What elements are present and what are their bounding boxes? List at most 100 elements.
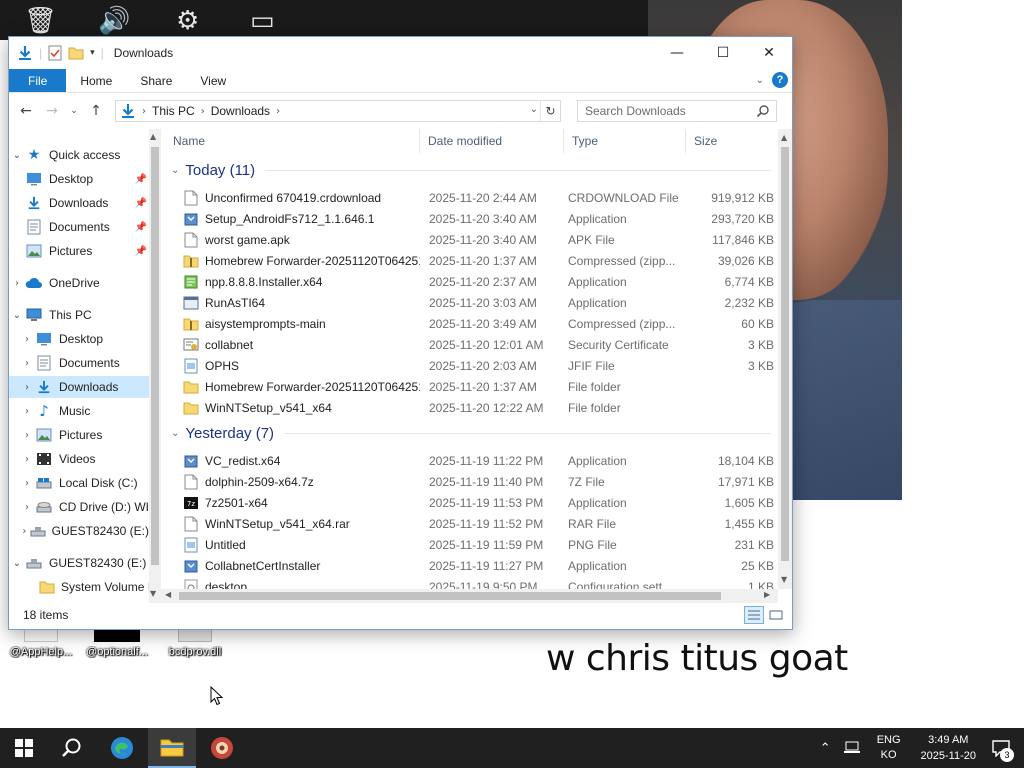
details-view-button[interactable] [744,606,764,624]
breadcrumb-downloads[interactable]: Downloads [211,104,270,118]
minimize-button[interactable]: — [654,37,700,69]
chevron-down-icon[interactable]: ⌄ [171,165,179,176]
address-dropdown-icon[interactable]: ⌄ [530,104,538,115]
taskbar-edge[interactable] [98,728,146,768]
nav-guest-drive[interactable]: ⌄ GUEST82430 (E:) [9,552,149,574]
large-icons-view-button[interactable] [766,606,786,624]
chevron-right-icon[interactable]: › [142,106,146,117]
file-row[interactable]: Untitled 2025-11-19 11:59 PM PNG File 231 K… [161,534,780,555]
scroll-down-icon[interactable]: ▼ [150,589,156,598]
nav-pc-desktop[interactable]: › Desktop [9,328,149,350]
tab-share[interactable]: Share [126,69,186,92]
column-name[interactable]: Name [161,129,420,153]
chevron-down-icon[interactable]: ⌄ [9,558,25,569]
nav-onedrive[interactable]: › OneDrive [9,272,149,294]
nav-this-pc[interactable]: ⌄ This PC [9,304,149,326]
chevron-right-icon[interactable]: › [19,478,35,489]
forward-button[interactable]: → [41,100,63,122]
start-button[interactable] [0,728,48,768]
file-row[interactable]: RunAsTI64 2025-11-20 3:03 AM Application 2,… [161,292,780,313]
help-icon[interactable]: ? [772,72,788,88]
scroll-down-icon[interactable]: ▼ [781,575,787,584]
search-button[interactable] [48,728,96,768]
vertical-scrollbar-thumb[interactable] [781,147,789,561]
chevron-right-icon[interactable]: › [19,358,35,369]
file-row[interactable]: worst game.apk 2025-11-20 3:40 AM APK File… [161,229,780,250]
input-language[interactable]: ENG KO [877,733,901,763]
nav-scrollbar-thumb[interactable] [151,147,159,565]
pin-icon[interactable]: 📌 [135,246,147,257]
chevron-down-icon[interactable]: ⌄ [171,428,179,439]
address-bar[interactable]: › This PC › Downloads › ⌄ ↻ [115,100,561,122]
tab-view[interactable]: View [186,69,240,92]
taskbar-file-explorer[interactable] [148,728,196,768]
file-row[interactable]: Unconfirmed 670419.crdownload 2025-11-20 … [161,187,780,208]
breadcrumb-this-pc[interactable]: This PC [152,104,195,118]
file-row[interactable]: VC_redist.x64 2025-11-19 11:22 PM Applicat… [161,450,780,471]
title-bar[interactable]: | ▾ | Downloads — ☐ ✕ [9,37,792,69]
maximize-button[interactable]: ☐ [700,37,746,69]
network-icon[interactable] [843,740,861,756]
group-header-today[interactable]: ⌄ Today (11) [171,162,771,179]
file-row[interactable]: aisystemprompts-main 2025-11-20 3:49 AM Co… [161,313,780,334]
chevron-right-icon[interactable]: › [201,106,205,117]
chevron-right-icon[interactable]: › [276,106,280,117]
chevron-right-icon[interactable]: › [19,334,35,345]
nav-pc-downloads[interactable]: › Downloads [9,376,149,398]
horizontal-scrollbar-thumb[interactable] [179,592,721,600]
file-row[interactable]: npp.8.8.8.Installer.x64 2025-11-20 2:37 A… [161,271,780,292]
expand-ribbon-chevron-icon[interactable]: ⌄ [756,75,764,86]
customize-toolbar-chevron-icon[interactable]: ▾ [90,48,95,58]
chevron-down-icon[interactable]: ⌄ [9,310,25,321]
up-button[interactable]: ↑ [85,100,107,122]
file-row[interactable]: dolphin-2509-x64.7z 2025-11-19 11:40 PM 7Z… [161,471,780,492]
nav-quick-documents[interactable]: Documents 📌 [9,216,149,238]
column-date-modified[interactable]: Date modified [420,129,564,153]
file-row[interactable]: WinNTSetup_v541_x64 2025-11-20 12:22 AM Fi… [161,397,780,418]
nav-pc-local-disk[interactable]: › Local Disk (C:) [9,472,149,494]
chevron-right-icon[interactable]: › [19,502,35,513]
search-input[interactable]: Search Downloads [577,100,777,122]
chevron-down-icon[interactable]: ⌄ [9,150,25,161]
show-hidden-icons-chevron-icon[interactable]: ⌃ [820,741,831,756]
back-button[interactable]: ← [15,100,37,122]
nav-quick-downloads[interactable]: Downloads 📌 [9,192,149,214]
new-folder-icon[interactable] [68,46,84,60]
chevron-right-icon[interactable]: › [19,454,35,465]
nav-scrollbar[interactable]: ▲ ▼ [149,129,161,603]
nav-pc-guest-drive[interactable]: › GUEST82430 (E:) [9,520,149,542]
close-button[interactable]: ✕ [746,37,792,69]
pin-icon[interactable]: 📌 [135,222,147,233]
file-row[interactable]: 7z 7z2501-x64 2025-11-19 11:53 PM Applicati… [161,492,780,513]
chevron-right-icon[interactable]: › [19,406,35,417]
scroll-up-icon[interactable]: ▲ [781,133,787,142]
tab-file[interactable]: File [9,69,67,92]
nav-pc-documents[interactable]: › Documents [9,352,149,374]
scroll-left-icon[interactable]: ◀ [165,590,171,599]
file-row[interactable]: WinNTSetup_v541_x64.rar 2025-11-19 11:52 … [161,513,780,534]
nav-quick-access[interactable]: ⌄ ★ Quick access [9,144,149,166]
column-type[interactable]: Type [564,129,686,153]
pin-icon[interactable]: 📌 [135,198,147,209]
nav-pc-pictures[interactable]: › Pictures [9,424,149,446]
nav-pc-music[interactable]: › ♪ Music [9,400,149,422]
tab-home[interactable]: Home [66,69,126,92]
nav-quick-desktop[interactable]: Desktop 📌 [9,168,149,190]
nav-system-volume[interactable]: System Volume I [9,576,149,598]
scroll-right-icon[interactable]: ▶ [764,590,770,599]
chevron-right-icon[interactable]: › [19,430,35,441]
scroll-up-icon[interactable]: ▲ [150,132,156,141]
file-row[interactable]: Homebrew Forwarder-20251120T064251Z... 20… [161,250,780,271]
refresh-button[interactable]: ↻ [540,101,560,121]
nav-quick-pictures[interactable]: Pictures 📌 [9,240,149,262]
column-size[interactable]: Size [686,129,780,153]
recent-locations-icon[interactable]: ⌄ [67,100,81,122]
nav-pc-videos[interactable]: › Videos [9,448,149,470]
taskbar-app[interactable] [198,728,246,768]
file-row[interactable]: OPHS 2025-11-20 2:03 AM JFIF File 3 KB [161,355,780,376]
pin-icon[interactable]: 📌 [135,174,147,185]
nav-pc-cd-drive[interactable]: › CD Drive (D:) WI [9,496,149,518]
file-row[interactable]: Setup_AndroidFs712_1.1.646.1 2025-11-20 3… [161,208,780,229]
chevron-right-icon[interactable]: › [9,278,25,289]
file-row[interactable]: collabnet 2025-11-20 12:01 AM Security Cer… [161,334,780,355]
